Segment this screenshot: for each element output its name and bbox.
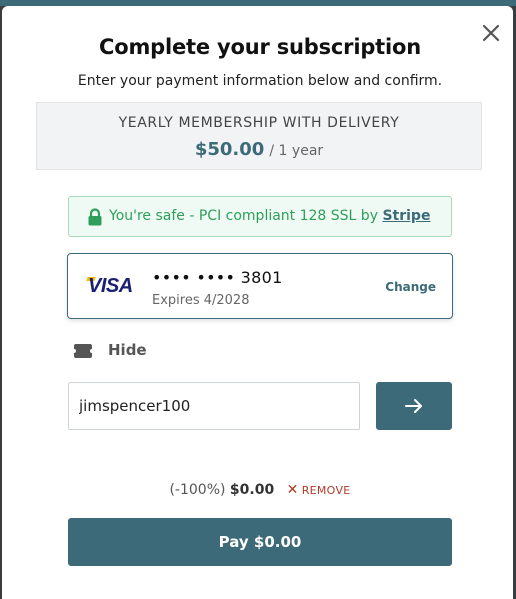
change-card-link[interactable]: Change — [385, 280, 436, 294]
coupon-code-input[interactable] — [68, 382, 360, 430]
visa-logo: VISA — [88, 275, 133, 297]
remove-coupon-label: REMOVE — [301, 484, 351, 497]
modal-title: Complete your subscription — [99, 35, 421, 59]
plan-summary: YEARLY MEMBERSHIP WITH DELIVERY $50.00 /… — [36, 102, 482, 170]
modal-subtitle: Enter your payment information below and… — [77, 73, 443, 89]
remove-coupon-link[interactable]: ✕ REMOVE — [286, 482, 351, 498]
subscription-modal: Complete your subscription Enter your pa… — [2, 6, 513, 599]
plan-price: $50.00 — [194, 139, 265, 160]
security-notice: You're safe - PCI compliant 128 SSL by S… — [68, 196, 452, 237]
plan-period: / 1 year — [269, 143, 324, 159]
plan-price-row: $50.00 / 1 year — [37, 139, 481, 160]
apply-coupon-button[interactable] — [376, 382, 452, 430]
discount-percent: (-100%) — [169, 482, 226, 498]
plan-name: YEARLY MEMBERSHIP WITH DELIVERY — [118, 115, 400, 131]
security-text: You're safe - PCI compliant 128 SSL by S… — [109, 208, 430, 224]
arrow-right-icon — [405, 399, 422, 413]
security-message: You're safe - PCI compliant 128 SSL by — [109, 208, 378, 224]
discount-summary: (-100%) $0.00 ✕ REMOVE — [2, 482, 516, 498]
remove-x-icon: ✕ — [286, 482, 299, 498]
saved-card[interactable]: VISA •••• •••• 3801 Expires 4/2028 Chang… — [67, 253, 453, 319]
stripe-link[interactable]: Stripe — [382, 208, 430, 224]
lock-icon — [87, 208, 103, 226]
card-number: •••• •••• 3801 — [152, 268, 283, 287]
coupon-toggle-label: Hide — [108, 341, 147, 359]
discount-amount: $0.00 — [229, 482, 275, 498]
pay-button[interactable]: Pay $0.00 — [68, 518, 452, 566]
ticket-icon — [74, 343, 92, 358]
card-expiry: Expires 4/2028 — [152, 293, 250, 308]
